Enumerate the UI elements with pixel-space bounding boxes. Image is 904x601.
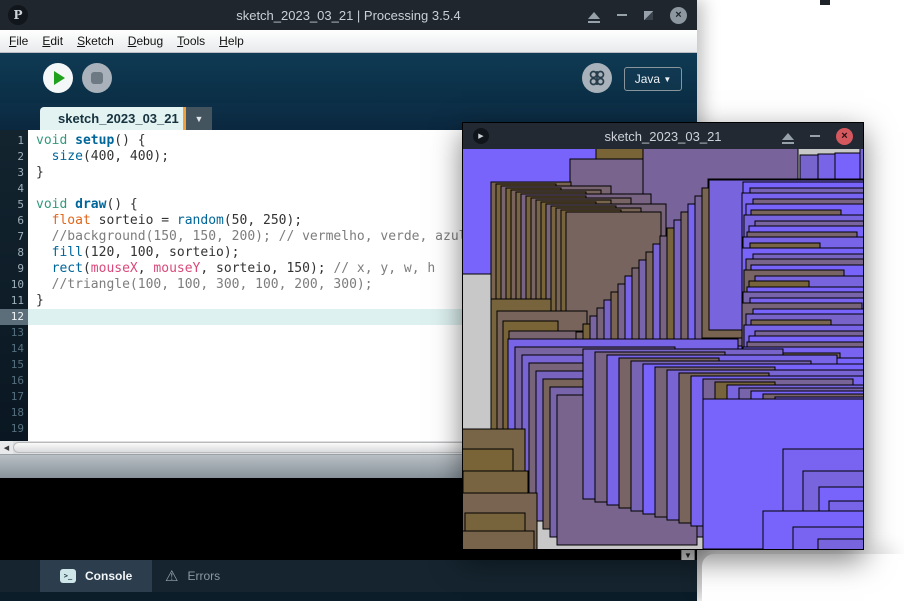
terminal-icon: >_ [60,569,76,583]
processing-logo-icon: P [8,5,28,25]
menu-item-sketch[interactable]: Sketch [77,34,114,48]
code-token: ( [82,261,91,276]
sketch-output-window: ▶ sketch_2023_03_21 × [462,122,864,550]
menu-item-debug[interactable]: Debug [128,34,163,48]
line-number: 15 [10,358,24,371]
code-token: (400, 400); [82,149,170,164]
menu-item-help[interactable]: Help [219,34,244,48]
line-number: 16 [10,374,24,387]
line-number: 10 [10,278,24,291]
restore-icon[interactable] [644,10,653,20]
code-token: sorteio = [90,213,177,228]
line-number: 6 [17,214,24,227]
line-number: 12 [10,310,24,323]
warning-icon: ⚠ [165,567,179,585]
tab-sketch[interactable]: sketch_2023_03_21 [40,107,197,130]
code-token: //triangle(100, 100, 300, 100, 200, 300)… [51,277,373,292]
line-number: 1 [17,134,24,147]
line-number: 3 [17,166,24,179]
line-number: 18 [10,406,24,419]
minimize-icon[interactable] [617,14,627,16]
close-icon[interactable]: × [836,127,853,145]
stop-button[interactable] [82,63,112,93]
code-token: void [36,197,76,212]
line-number: 5 [17,198,24,211]
errors-tab-label: Errors [187,569,221,583]
code-token: size [51,149,83,164]
code-token: (50, 250); [223,213,303,228]
sketch-app-icon: ▶ [473,128,489,144]
code-token: // x, y, w, h [333,261,436,276]
chevron-down-icon: ▼ [194,113,204,124]
code-token: fill [51,245,83,260]
shade-icon[interactable] [588,11,600,23]
shade-icon[interactable] [782,132,794,144]
close-icon[interactable]: × [670,6,687,24]
scrollbar-thumb[interactable] [13,442,533,453]
code-token: mouseX [90,261,138,276]
code-token: setup [75,133,115,148]
line-number: 17 [10,390,24,403]
play-icon [54,71,65,85]
background-window-corner [702,554,904,601]
code-token: (120, 100, sorteio); [82,245,240,260]
line-number: 4 [17,182,24,195]
code-token: mouseY [153,261,201,276]
code-token: () { [106,197,138,212]
run-button[interactable] [43,63,73,93]
line-number: 8 [17,246,24,259]
minimize-icon[interactable] [810,135,820,137]
console-tab-label: Console [85,569,133,583]
scroll-left-icon[interactable]: ◀ [0,441,13,454]
code-token: rect [51,261,83,276]
code-token: random [176,213,224,228]
sketch-title-bar[interactable]: ▶ sketch_2023_03_21 × [463,123,863,149]
menu-item-edit[interactable]: Edit [42,34,63,48]
line-number: 11 [10,294,24,307]
tab-errors[interactable]: ⚠ Errors [145,560,240,592]
title-bar[interactable]: P sketch_2023_03_21 | Processing 3.5.4 × [0,0,697,30]
butterfly-debug-icon [589,70,605,86]
mode-label: Java [634,72,661,86]
line-number: 19 [10,422,24,435]
toolbar: Java ▼ [0,53,697,103]
code-token: void [36,133,76,148]
code-token: , sorteio, 150); [200,261,334,276]
line-number: 9 [17,262,24,275]
background-window-edge [820,0,830,5]
line-number: 7 [17,230,24,243]
window-bottom-strip [0,592,697,601]
menu-item-file[interactable]: File [9,34,28,48]
line-number: 14 [10,342,24,355]
menu-item-tools[interactable]: Tools [177,34,205,48]
code-token: () { [114,133,146,148]
tab-menu-button[interactable]: ▼ [186,107,212,130]
debug-button[interactable] [582,63,612,93]
stop-icon [91,72,103,84]
mode-selector-java[interactable]: Java ▼ [624,67,682,91]
line-number: 2 [17,150,24,163]
code-token: } [36,293,44,308]
chevron-down-icon: ▼ [663,74,672,84]
line-number: 13 [10,326,24,339]
tab-label: sketch_2023_03_21 [58,111,179,126]
code-token: float [51,213,91,228]
sketch-canvas[interactable] [463,149,863,549]
menu-bar: File Edit Sketch Debug Tools Help [0,30,697,53]
code-token: , [137,261,154,276]
code-token: } [36,165,44,180]
line-number-gutter: 1 2 3 4 5 6 7 8 9 10 11 12 13 14 15 16 17 18 19 [0,130,28,441]
tab-console[interactable]: >_ Console [40,560,153,592]
console-tab-bar: >_ Console ⚠ Errors [0,560,697,592]
code-token: //background(150, 150, 200); // vermelho… [51,229,467,244]
code-token: draw [75,197,107,212]
